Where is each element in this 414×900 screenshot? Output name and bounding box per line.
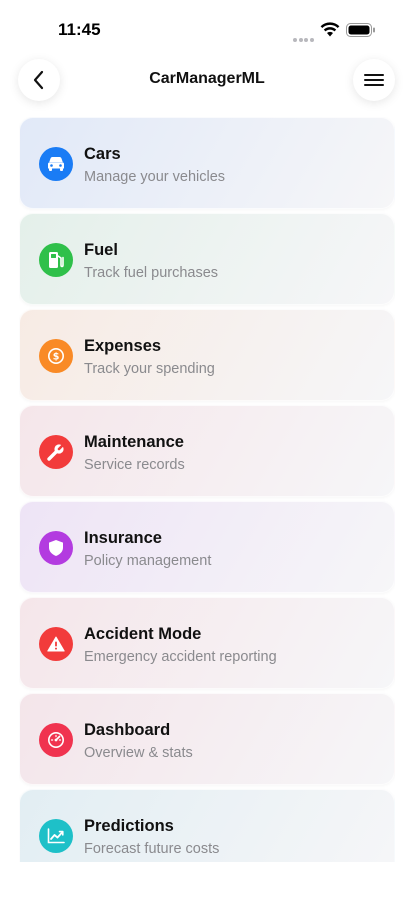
menu-item-subtitle: Track fuel purchases — [84, 265, 219, 281]
gauge-icon — [39, 723, 73, 757]
hamburger-icon — [364, 74, 384, 86]
menu-item-title: Accident Mode — [84, 625, 202, 643]
menu-item-subtitle: Emergency accident reporting — [84, 649, 277, 665]
menu-item-title: Fuel — [84, 241, 118, 259]
menu-item-fuel[interactable]: Fuel Track fuel purchases — [19, 213, 395, 305]
page-title: CarManagerML — [149, 70, 265, 87]
wrench-icon — [39, 435, 73, 469]
menu-item-expenses[interactable]: $ Expenses Track your spending — [19, 309, 395, 401]
menu-item-subtitle: Forecast future costs — [84, 841, 220, 857]
dollar-icon: $ — [39, 339, 73, 373]
navigation-bar: CarManagerML — [0, 56, 414, 106]
menu-item-subtitle: Policy management — [84, 553, 212, 569]
menu-item-dashboard[interactable]: Dashboard Overview & stats — [19, 693, 395, 785]
menu-item-cars[interactable]: Cars Manage your vehicles — [19, 117, 395, 209]
menu-item-title: Predictions — [84, 817, 174, 835]
trend-chart-icon — [39, 819, 73, 853]
status-time: 11:45 — [58, 20, 101, 39]
shield-icon — [39, 531, 73, 565]
svg-text:$: $ — [53, 352, 60, 363]
wifi-icon — [320, 22, 340, 37]
car-icon — [39, 147, 73, 181]
menu-list: Cars Manage your vehicles Fuel Track fuel p… — [19, 117, 395, 867]
warning-icon — [39, 627, 73, 661]
menu-item-predictions[interactable]: Predictions Forecast future costs — [19, 789, 395, 867]
battery-icon — [346, 23, 375, 37]
menu-item-title: Insurance — [84, 529, 162, 547]
status-bar: 11:45 — [0, 0, 414, 56]
menu-item-insurance[interactable]: Insurance Policy management — [19, 501, 395, 593]
menu-item-title: Cars — [84, 145, 121, 163]
menu-item-title: Maintenance — [84, 433, 184, 451]
fuel-pump-icon — [39, 243, 73, 277]
menu-item-maintenance[interactable]: Maintenance Service records — [19, 405, 395, 497]
menu-item-title: Dashboard — [84, 721, 171, 739]
menu-item-subtitle: Overview & stats — [84, 745, 193, 761]
menu-item-subtitle: Manage your vehicles — [84, 169, 226, 185]
menu-item-subtitle: Service records — [84, 457, 185, 473]
signal-dots-icon — [293, 29, 315, 47]
bottom-area — [0, 862, 414, 900]
menu-item-title: Expenses — [84, 337, 162, 355]
menu-item-accident-mode[interactable]: Accident Mode Emergency accident reportin… — [19, 597, 395, 689]
menu-item-subtitle: Track your spending — [84, 361, 215, 377]
menu-button[interactable] — [353, 59, 395, 101]
